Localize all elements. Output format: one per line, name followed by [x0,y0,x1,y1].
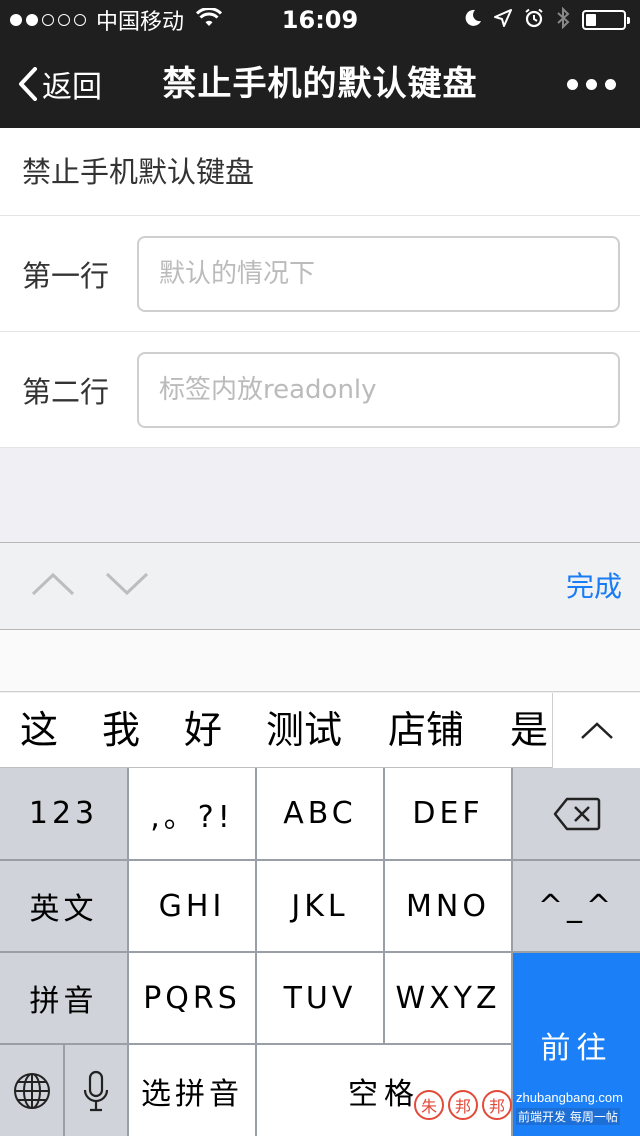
candidate-word[interactable]: 这 [20,693,58,768]
punctuation-key[interactable]: ,。?! [129,768,255,859]
def-key[interactable]: DEF [385,768,511,859]
english-key[interactable]: 英文 [0,861,127,951]
second-row-input[interactable] [137,352,620,428]
candidate-word[interactable]: 我 [102,693,140,768]
more-dot-icon [586,78,597,90]
wxyz-key[interactable]: WXYZ [385,953,511,1043]
ime-composition-area [0,630,640,692]
done-button[interactable]: 完成 [566,543,622,631]
pinyin-key[interactable]: 拼音 [0,953,127,1043]
watermark-seal: 邦 [448,1090,478,1120]
status-bar: 中国移动 16:09 [0,0,640,40]
globe-key[interactable] [0,1045,63,1136]
candidate-word[interactable]: 店铺 [388,693,464,768]
select-pinyin-key[interactable]: 选拼音 [129,1045,255,1136]
expand-candidates-button[interactable] [552,693,640,768]
section-heading: 禁止手机默认键盘 [0,128,640,216]
tuv-key[interactable]: TUV [257,953,383,1043]
more-menu-button[interactable] [567,40,616,128]
jkl-key[interactable]: JKL [257,861,383,951]
form-row-second: 第二行 [0,332,640,448]
keyboard: 123 ,。?! ABC DEF 英文 GHI JKL MNO ^_^ 拼音 P… [0,768,640,1136]
bluetooth-icon [556,6,570,34]
moon-icon [464,8,482,32]
page-title: 禁止手机的默认键盘 [162,64,478,104]
mno-key[interactable]: MNO [385,861,511,951]
page-content: 禁止手机默认键盘 第一行 第二行 [0,128,640,448]
microphone-key[interactable] [65,1045,127,1136]
battery-icon [582,10,630,30]
nav-bar: 返回 禁止手机的默认键盘 [0,40,640,128]
status-icons [464,4,630,36]
watermark-logo: 朱 邦 邦 [414,1090,514,1126]
first-row-input[interactable] [137,236,620,312]
candidate-word[interactable]: 测试 [266,693,342,768]
microphone-icon [83,1070,109,1111]
alarm-icon [524,8,544,33]
backspace-icon [553,797,600,830]
watermark-seal: 邦 [482,1090,512,1120]
watermark: 朱 邦 邦 zhubangbang.com 前端开发 每周一帖 [414,1090,640,1136]
second-row-label: 第二行 [22,374,110,409]
ghi-key[interactable]: GHI [129,861,255,951]
candidate-bar: 这 我 好 测试 店铺 是 [0,693,640,768]
emoticon-key[interactable]: ^_^ [513,861,640,951]
candidate-word[interactable]: 是 [510,693,548,768]
pqrs-key[interactable]: PQRS [129,953,255,1043]
chevron-up-icon [580,721,613,739]
abc-key[interactable]: ABC [257,768,383,859]
watermark-seal: 朱 [414,1090,444,1120]
more-dot-icon [567,78,578,90]
keyboard-accessory-bar: 完成 [0,542,640,630]
more-dot-icon [605,78,616,90]
candidate-word[interactable]: 好 [184,693,222,768]
previous-field-icon[interactable] [30,571,76,601]
globe-icon [13,1072,50,1109]
form-row-first: 第一行 [0,216,640,332]
location-icon [494,8,512,32]
first-row-label: 第一行 [22,258,110,293]
watermark-slogan: 前端开发 每周一帖 [516,1108,620,1125]
watermark-site: zhubangbang.com [516,1090,623,1105]
backspace-key[interactable] [513,768,640,859]
numbers-key[interactable]: 123 [0,768,127,859]
next-field-icon[interactable] [104,571,150,601]
